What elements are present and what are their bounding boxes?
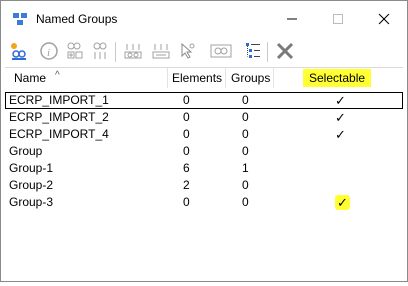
column-header-elements[interactable]: Elements [172, 68, 222, 88]
display-button[interactable] [209, 39, 233, 63]
named-groups-app-icon [12, 12, 28, 26]
close-icon [378, 13, 390, 25]
groups-list[interactable]: Name ^ Elements Groups Selectable ECRP_I… [5, 67, 403, 278]
remove-elements-icon [93, 42, 107, 59]
properties-list-icon [246, 43, 260, 58]
row-name: ECRP_IMPORT_4 [9, 127, 109, 141]
add-elements-icon [67, 42, 83, 59]
table-row[interactable]: Group 0 0 [5, 143, 403, 160]
row-elements: 0 [183, 195, 190, 209]
table-row[interactable]: Group-1 6 1 [5, 160, 403, 177]
row-selectable-check[interactable]: ✓ [335, 126, 346, 143]
row-elements: 0 [183, 144, 190, 158]
row-groups: 0 [242, 195, 249, 209]
select-elements-icon [124, 44, 142, 59]
display-icon [210, 44, 232, 58]
row-name: Group [9, 144, 43, 158]
named-groups-window: Named Groups i Name ^ Elements Groups Se… [0, 0, 408, 282]
highlighted-check: ✓ [335, 195, 350, 210]
row-selectable-check[interactable]: ✓ [335, 92, 346, 109]
row-name: ECRP_IMPORT_2 [9, 110, 109, 124]
table-row[interactable]: Group-3 0 0 ✓ [5, 194, 403, 211]
select-tool-icon [181, 42, 195, 59]
minimize-icon [287, 18, 297, 20]
row-elements: 0 [183, 93, 190, 107]
info-button[interactable]: i [37, 39, 61, 63]
row-groups: 0 [242, 127, 249, 141]
toolbar: i [5, 39, 405, 65]
svg-text:i: i [47, 47, 50, 59]
deselect-elements-icon [152, 44, 170, 59]
row-elements: 6 [183, 161, 190, 175]
select-elements-button[interactable] [121, 39, 145, 63]
delete-button[interactable] [273, 39, 297, 63]
column-header-groups[interactable]: Groups [231, 68, 270, 88]
add-elements-button[interactable] [63, 39, 87, 63]
row-selectable-check[interactable]: ✓ [335, 194, 350, 211]
row-name: Group-2 [9, 178, 54, 192]
table-row[interactable]: Group-2 2 0 [5, 177, 403, 194]
new-group-button[interactable] [7, 39, 31, 63]
select-tool-button[interactable] [175, 39, 199, 63]
table-row[interactable]: ECRP_IMPORT_2 0 0 ✓ [5, 109, 403, 126]
row-elements: 0 [183, 127, 190, 141]
row-selectable-check[interactable]: ✓ [335, 109, 346, 126]
selectable-header-label: Selectable [303, 69, 372, 87]
deselect-elements-button[interactable] [149, 39, 173, 63]
row-name: ECRP_IMPORT_1 [9, 93, 109, 107]
remove-elements-button[interactable] [89, 39, 113, 63]
delete-icon [276, 42, 294, 60]
row-name: Group-1 [9, 161, 54, 175]
window-title: Named Groups [36, 12, 118, 26]
row-groups: 0 [242, 93, 249, 107]
minimize-button[interactable] [269, 1, 315, 37]
info-icon: i [40, 42, 58, 60]
row-elements: 0 [183, 110, 190, 124]
sort-ascending-icon: ^ [55, 70, 60, 81]
table-row[interactable]: ECRP_IMPORT_4 0 0 ✓ [5, 126, 403, 143]
row-groups: 0 [242, 178, 249, 192]
row-groups: 0 [242, 144, 249, 158]
maximize-button [315, 1, 361, 37]
properties-list-button[interactable] [241, 39, 265, 63]
new-group-icon [11, 43, 26, 60]
close-button[interactable] [361, 1, 407, 37]
list-header: Name ^ Elements Groups Selectable [5, 68, 403, 88]
title-bar[interactable]: Named Groups [1, 1, 407, 37]
column-header-name[interactable]: Name [14, 68, 46, 88]
row-groups: 0 [242, 110, 249, 124]
table-row[interactable]: ECRP_IMPORT_1 0 0 ✓ [5, 92, 403, 109]
row-name: Group-3 [9, 195, 54, 209]
row-groups: 1 [242, 161, 249, 175]
maximize-icon [333, 14, 343, 24]
column-header-selectable[interactable]: Selectable [303, 68, 372, 88]
row-elements: 2 [183, 178, 190, 192]
